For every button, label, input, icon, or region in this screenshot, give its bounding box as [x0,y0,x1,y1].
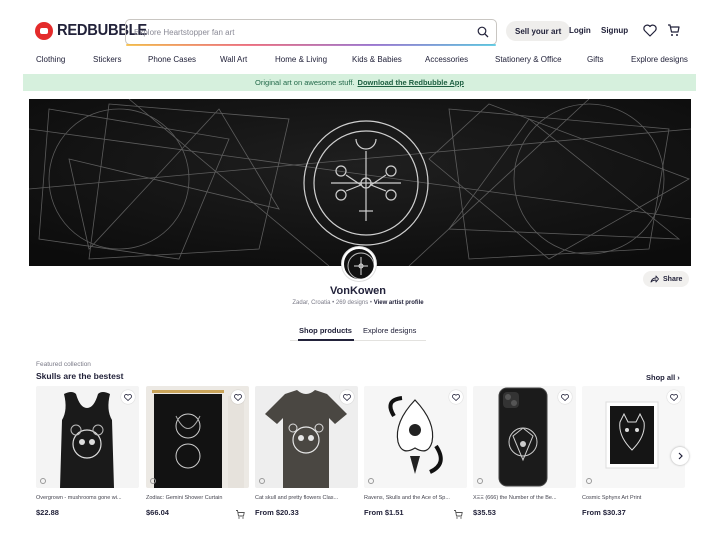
sell-your-art-button[interactable]: Sell your art [506,21,571,41]
nav-item-gifts[interactable]: Gifts [587,55,603,64]
nav-item-stationery-office[interactable]: Stationery & Office [495,55,562,64]
info-icon[interactable] [150,478,156,484]
nav-item-kids-babies[interactable]: Kids & Babies [352,55,402,64]
product-card[interactable]: Cat skull and pretty flowers Clas... Fro… [255,386,358,517]
view-artist-profile-link[interactable]: View artist profile [374,300,424,306]
product-price: $35.53 [473,508,496,517]
info-icon[interactable] [259,478,265,484]
heart-icon [452,393,460,401]
product-price: $22.88 [36,508,59,517]
info-icon[interactable] [477,478,483,484]
artist-meta: Zadar, Croatia • 269 designs • View arti… [0,300,716,306]
product-card[interactable]: Ravens, Skulls and the Ace of Sp... From… [364,386,467,519]
heart-icon [124,393,132,401]
add-to-cart-icon[interactable] [453,509,463,519]
artist-avatar[interactable] [342,247,376,281]
search-bar[interactable] [125,19,497,46]
site-header: REDBUBBLE Sell your art Login Signup [0,0,716,60]
artist-location: Zadar, Croatia [292,300,331,306]
redbubble-logo-icon [35,22,53,40]
favorite-button[interactable] [121,390,135,404]
product-title[interactable]: Overgrown - mushrooms gone wi... [36,495,139,501]
heart-icon[interactable] [643,24,657,37]
active-tab-indicator [298,339,354,341]
nav-item-home-living[interactable]: Home & Living [275,55,327,64]
product-card[interactable]: Overgrown - mushrooms gone wi... $22.88 [36,386,139,517]
artist-banner-image [29,99,691,266]
product-card[interactable]: Cosmic Sphynx Art Print From $30.37 [582,386,685,517]
cart-icon[interactable] [667,23,680,37]
category-nav: Clothing Stickers Phone Cases Wall Art H… [0,55,716,69]
signup-link[interactable]: Signup [601,26,628,35]
collection-title: Skulls are the bestest [36,371,124,381]
favorite-button[interactable] [231,390,245,404]
login-link[interactable]: Login [569,26,591,35]
carousel-next-button[interactable] [671,447,689,465]
promo-text: Original art on awesome stuff. [255,78,355,87]
product-card[interactable]: XΞΞ (666) the Number of the Be... $35.53 [473,386,576,517]
product-price: From $1.51 [364,508,404,517]
tab-explore-designs[interactable]: Explore designs [363,326,416,335]
nav-item-clothing[interactable]: Clothing [36,55,65,64]
product-title[interactable]: Ravens, Skulls and the Ace of Sp... [364,495,467,501]
product-image[interactable] [36,386,139,488]
search-input[interactable] [126,27,456,37]
product-price: From $20.33 [255,508,299,517]
product-price: From $30.37 [582,508,626,517]
nav-item-phone-cases[interactable]: Phone Cases [148,55,196,64]
share-label: Share [663,275,683,283]
share-icon [650,275,659,283]
chevron-right-icon: › [677,373,680,382]
product-title[interactable]: Zodiac: Gemini Shower Curtain [146,495,249,501]
shop-all-label: Shop all [646,373,676,382]
nav-item-accessories[interactable]: Accessories [425,55,468,64]
chevron-right-icon [678,452,683,460]
info-icon[interactable] [368,478,374,484]
nav-item-stickers[interactable]: Stickers [93,55,121,64]
nav-item-explore-designs[interactable]: Explore designs [631,55,688,64]
info-icon[interactable] [586,478,592,484]
tab-shop-products[interactable]: Shop products [299,326,352,335]
favorite-button[interactable] [667,390,681,404]
add-to-cart-icon[interactable] [235,509,245,519]
favorite-button[interactable] [449,390,463,404]
favorite-button[interactable] [558,390,572,404]
shop-all-link[interactable]: Shop all › [646,373,680,382]
heart-icon [234,393,242,401]
product-card[interactable]: Zodiac: Gemini Shower Curtain $66.04 [146,386,249,519]
heart-icon [670,393,678,401]
promo-banner: Original art on awesome stuff. Download … [23,74,696,91]
product-image[interactable] [255,386,358,488]
product-image[interactable] [473,386,576,488]
artist-design-count: 269 designs [335,300,369,306]
product-image[interactable] [582,386,685,488]
download-app-link[interactable]: Download the Redbubble App [358,78,464,87]
product-image[interactable] [364,386,467,488]
heart-icon [561,393,569,401]
heart-icon [343,393,351,401]
nav-item-wall-art[interactable]: Wall Art [220,55,247,64]
artist-name: VonKowen [329,285,386,297]
search-icon[interactable] [477,26,489,38]
product-title[interactable]: Cat skull and pretty flowers Clas... [255,495,358,501]
info-icon[interactable] [40,478,46,484]
featured-collection-label: Featured collection [36,361,91,368]
product-image[interactable] [146,386,249,488]
product-title[interactable]: XΞΞ (666) the Number of the Be... [473,495,576,501]
product-price: $66.04 [146,508,169,517]
product-title[interactable]: Cosmic Sphynx Art Print [582,495,685,501]
favorite-button[interactable] [340,390,354,404]
